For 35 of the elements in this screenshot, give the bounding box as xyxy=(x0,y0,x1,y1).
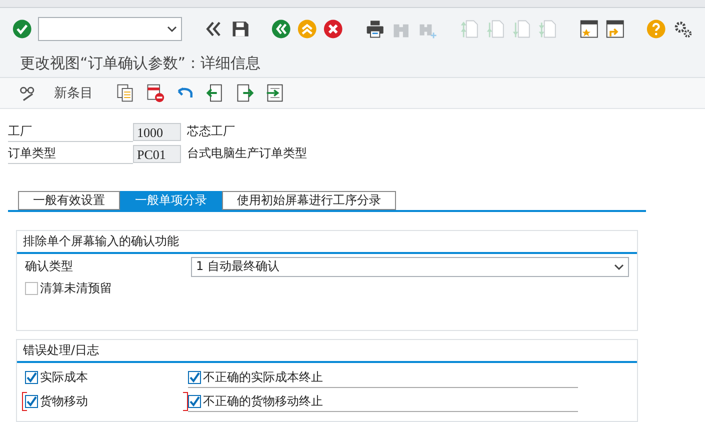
chevron-down-icon xyxy=(614,262,624,271)
copy-icon[interactable] xyxy=(115,83,135,104)
back-icon[interactable] xyxy=(271,18,292,40)
new-entries-button[interactable]: 新条目 xyxy=(48,84,105,102)
chevron-down-icon xyxy=(167,24,178,33)
checkbox-label: 不正确的实际成本终止 xyxy=(203,368,323,386)
tab[interactable]: 一般单项分录 xyxy=(120,190,222,210)
value-field[interactable]: PC01 xyxy=(133,144,181,163)
checkbox-label: 清算未清预留 xyxy=(40,280,112,298)
checkbox[interactable] xyxy=(188,370,201,384)
print-icon[interactable] xyxy=(364,18,386,40)
confirmation-type-dropdown[interactable]: 1 自动最终确认 xyxy=(191,256,629,277)
previous-entry-icon[interactable] xyxy=(205,83,225,104)
next-entry-icon[interactable] xyxy=(235,83,255,104)
checkbox-label: 不正确的货物移动终止 xyxy=(203,392,323,410)
cancel-icon[interactable] xyxy=(323,18,344,40)
group-title: 排除单个屏幕输入的确认功能 xyxy=(17,230,637,254)
checkbox[interactable] xyxy=(25,282,38,296)
tab[interactable]: 使用初始屏幕进行工序分录 xyxy=(222,190,396,210)
checkbox[interactable] xyxy=(25,371,38,384)
field-description: 芯态工厂 xyxy=(187,123,235,140)
field-label: 确认类型 xyxy=(25,258,74,276)
tab[interactable]: 一般有效设置 xyxy=(18,190,120,210)
field-description: 台式电脑生产订单类型 xyxy=(187,145,307,162)
checkbox[interactable] xyxy=(188,394,201,408)
checkbox-label: 货物移动 xyxy=(40,393,88,410)
confirm-icon[interactable] xyxy=(12,18,32,40)
checkbox[interactable] xyxy=(25,395,38,408)
group-title: 错误处理/日志 xyxy=(17,340,637,363)
value-field[interactable]: 1000 xyxy=(133,122,181,141)
command-field[interactable] xyxy=(38,16,182,41)
checkbox-label: 实际成本 xyxy=(40,369,88,386)
select-entry-icon[interactable] xyxy=(265,83,285,104)
delete-row-icon[interactable] xyxy=(145,83,165,104)
screen-title: 更改视图“订单确认参数”：详细信息 xyxy=(20,54,261,73)
